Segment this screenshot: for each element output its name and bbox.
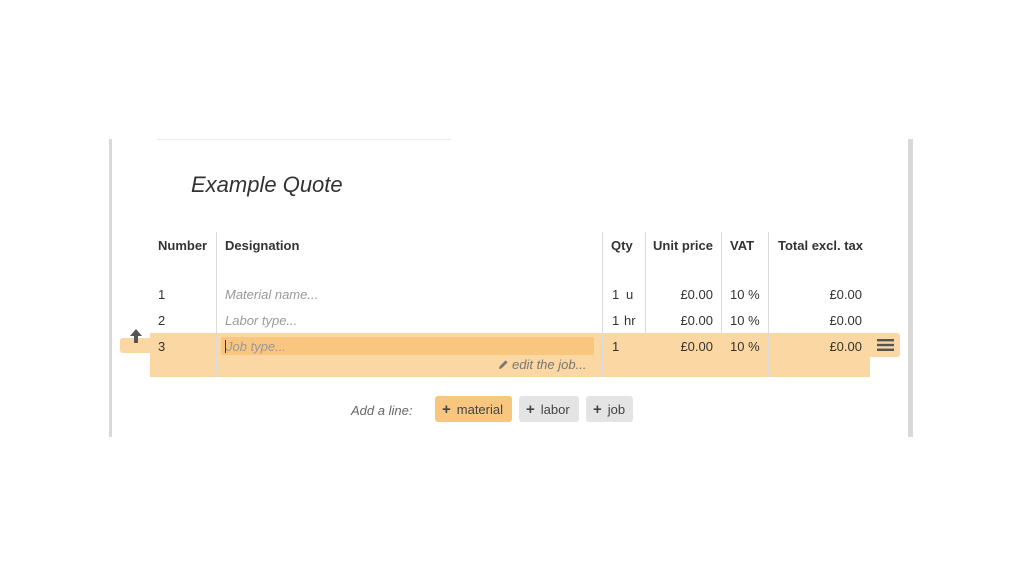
document-border-left — [109, 139, 112, 437]
add-material-label: material — [456, 401, 504, 417]
qty-value[interactable]: 1 — [612, 313, 619, 328]
row-number: 1 — [158, 287, 166, 302]
total-value: £0.00 — [829, 313, 862, 328]
add-line-label: Add a line: — [351, 403, 413, 418]
column-separator — [768, 232, 769, 377]
column-separator — [216, 232, 217, 377]
qty-value[interactable]: 1 — [612, 287, 619, 302]
header-designation: Designation — [225, 238, 300, 253]
designation-input[interactable]: Labor type... — [225, 313, 297, 328]
row-number: 2 — [158, 313, 166, 328]
hamburger-menu-icon[interactable] — [877, 338, 894, 352]
header-divider — [157, 139, 451, 140]
vat-value[interactable]: 10 % — [730, 287, 760, 302]
unit-value[interactable]: hr — [624, 313, 636, 328]
edit-job-link[interactable]: edit the job... — [498, 357, 586, 372]
column-separator — [645, 232, 646, 377]
arrow-up-icon[interactable] — [128, 328, 144, 344]
unit-price-value[interactable]: £0.00 — [650, 287, 713, 302]
header-qty: Qty — [611, 238, 633, 253]
add-job-button[interactable]: + job — [586, 396, 633, 422]
total-value: £0.00 — [829, 339, 862, 354]
header-number: Number — [158, 238, 208, 253]
quote-title[interactable]: Example Quote — [191, 172, 343, 198]
plus-icon: + — [442, 400, 451, 418]
unit-price-value[interactable]: £0.00 — [650, 339, 713, 354]
vat-value[interactable]: 10 % — [730, 313, 760, 328]
add-labor-button[interactable]: + labor — [519, 396, 579, 422]
designation-input[interactable]: Job type... — [226, 339, 286, 354]
plus-icon: + — [593, 400, 602, 418]
header-vat: VAT — [730, 238, 755, 253]
pencil-icon — [499, 360, 508, 369]
add-labor-label: labor — [540, 401, 570, 417]
document-border-right — [908, 139, 913, 437]
add-job-label: job — [607, 401, 626, 417]
column-separator — [721, 232, 722, 377]
unit-price-value[interactable]: £0.00 — [650, 313, 713, 328]
unit-value[interactable]: u — [626, 287, 633, 302]
edit-job-label: edit the job... — [512, 357, 587, 372]
designation-input[interactable]: Material name... — [225, 287, 318, 302]
column-separator — [602, 232, 603, 377]
header-total: Total excl. tax — [778, 238, 864, 253]
header-unit-price: Unit price — [653, 238, 713, 253]
qty-value[interactable]: 1 — [612, 339, 619, 354]
vat-value[interactable]: 10 % — [730, 339, 760, 354]
plus-icon: + — [526, 400, 535, 418]
total-value: £0.00 — [829, 287, 862, 302]
add-material-button[interactable]: + material — [435, 396, 512, 422]
row-number: 3 — [158, 339, 166, 354]
